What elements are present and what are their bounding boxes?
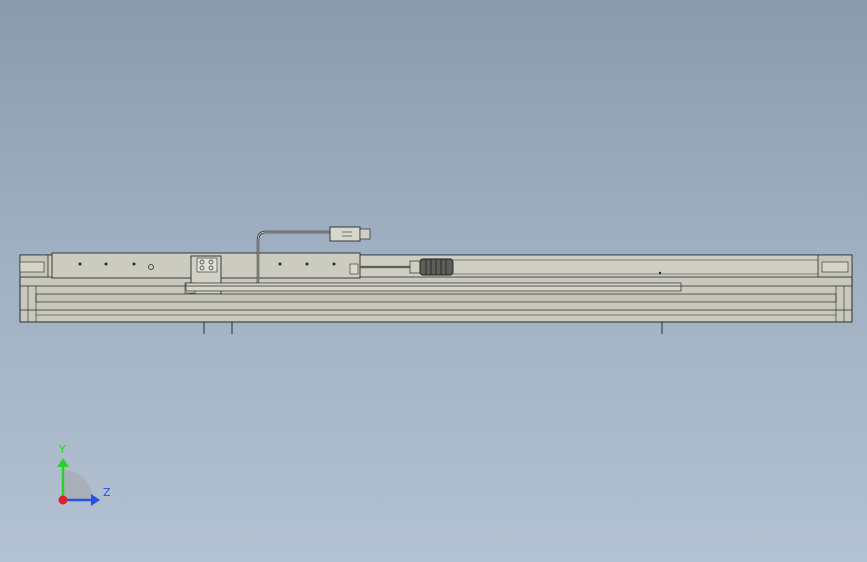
triad-z-label: Z xyxy=(103,486,111,499)
triad-x-axis xyxy=(58,495,68,505)
triad-arc xyxy=(63,470,93,500)
cad-viewport[interactable]: Y Z xyxy=(0,0,867,562)
triad-y-label: Y xyxy=(59,443,66,456)
orientation-triad[interactable] xyxy=(0,0,867,562)
